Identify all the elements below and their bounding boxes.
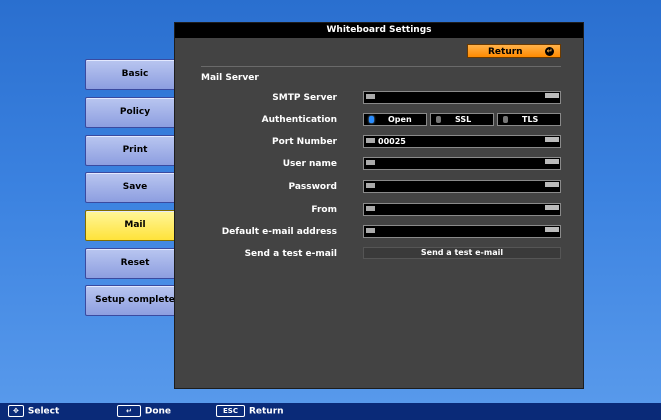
radio-icon: [503, 116, 508, 123]
desktop-background: Basic Policy Print Save Mail Reset Setup…: [0, 0, 661, 403]
auth-radio-open[interactable]: Open: [363, 113, 427, 126]
auth-radio-tls[interactable]: TLS: [497, 113, 561, 126]
section-title: Mail Server: [201, 73, 259, 83]
send-test-email-button[interactable]: Send a test e-mail: [363, 247, 561, 259]
footer-bar: ✥ Select ↵ Done ESC Return: [0, 403, 661, 420]
radio-selected-icon: [369, 116, 374, 123]
auth-radio-tls-label: TLS: [522, 115, 539, 124]
esc-key-icon: ESC: [216, 405, 245, 417]
authentication-label: Authentication: [261, 115, 337, 125]
menu-item-setup-complete[interactable]: Setup complete: [85, 285, 185, 316]
user-name-label: User name: [282, 159, 337, 169]
return-button[interactable]: Return ↵: [467, 44, 561, 58]
auth-radio-ssl-label: SSL: [455, 115, 472, 124]
password-input[interactable]: [363, 180, 561, 193]
port-number-row: Port Number 00025: [175, 135, 583, 149]
select-icon: ✥: [8, 405, 24, 417]
radio-icon: [436, 116, 441, 123]
divider: [201, 66, 561, 67]
password-row: Password: [175, 180, 583, 194]
user-name-input[interactable]: [363, 157, 561, 170]
port-number-input[interactable]: 00025: [363, 135, 561, 148]
enter-key-icon: ↵: [117, 405, 141, 417]
footer-return-label: Return: [248, 406, 284, 417]
enter-icon: ↵: [545, 47, 554, 56]
window-title: Whiteboard Settings: [175, 23, 583, 38]
menu-item-basic[interactable]: Basic: [85, 59, 185, 90]
default-email-row: Default e-mail address: [175, 225, 583, 239]
from-row: From: [175, 203, 583, 217]
send-test-row: Send a test e-mail Send a test e-mail: [175, 247, 583, 261]
user-name-row: User name: [175, 157, 583, 171]
default-email-label: Default e-mail address: [221, 227, 337, 237]
send-test-label: Send a test e-mail: [244, 249, 337, 259]
return-button-label: Return: [488, 47, 523, 57]
port-number-label: Port Number: [272, 137, 337, 147]
from-input[interactable]: [363, 203, 561, 216]
authentication-row: Authentication Open SSL TLS: [175, 113, 583, 127]
settings-panel: Whiteboard Settings Return ↵ Mail Server…: [174, 22, 584, 389]
footer-select-label: Select: [27, 406, 60, 417]
password-label: Password: [288, 182, 337, 192]
footer-select: ✥ Select: [8, 405, 59, 418]
from-label: From: [311, 205, 337, 215]
footer-done: ↵ Done: [117, 405, 171, 418]
default-email-input[interactable]: [363, 225, 561, 238]
smtp-server-label: SMTP Server: [272, 93, 337, 103]
footer-return: ESC Return: [216, 405, 284, 418]
auth-radio-ssl[interactable]: SSL: [430, 113, 494, 126]
smtp-server-input[interactable]: [363, 91, 561, 104]
smtp-server-row: SMTP Server: [175, 91, 583, 105]
auth-radio-open-label: Open: [388, 115, 412, 124]
footer-done-label: Done: [144, 406, 172, 417]
